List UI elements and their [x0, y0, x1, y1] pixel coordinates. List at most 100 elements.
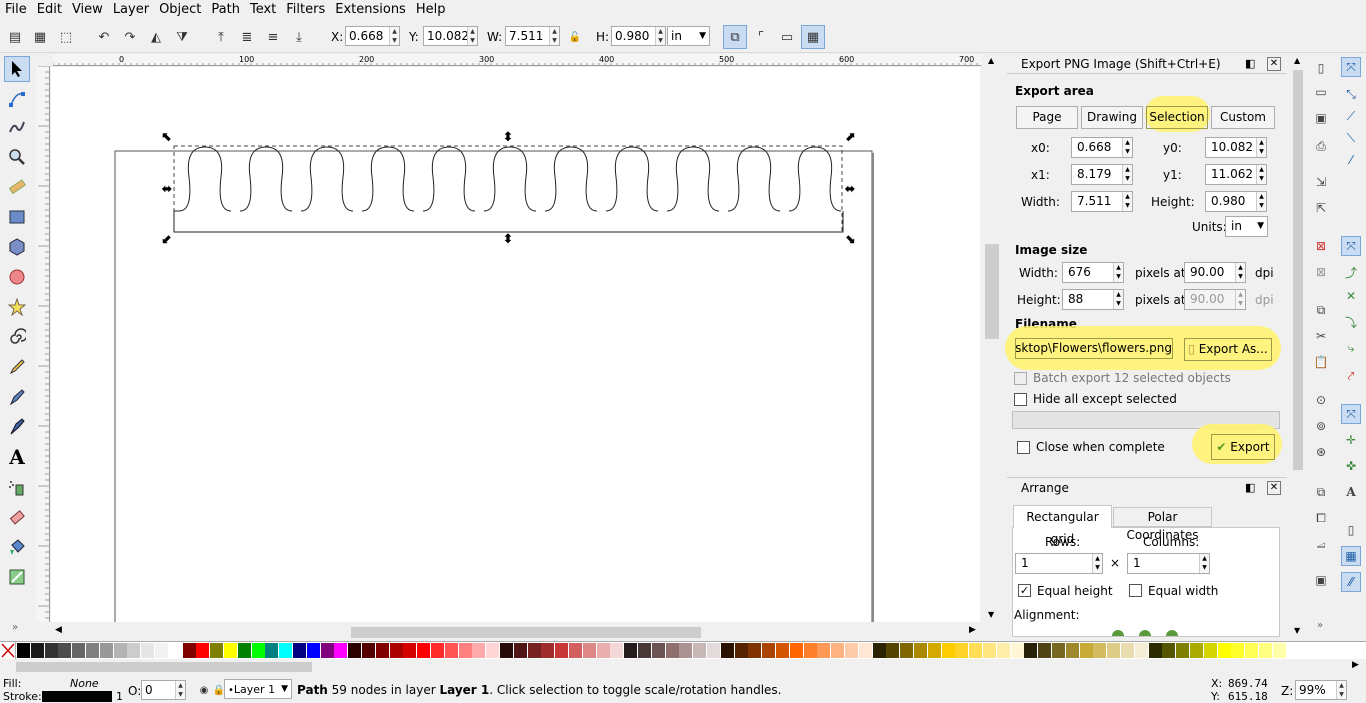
width-input[interactable]: 7.511 ▲ ▼ — [1071, 191, 1133, 212]
color-swatch[interactable] — [375, 643, 389, 658]
snap-others-icon[interactable]: ⤧ — [1341, 404, 1361, 424]
palette-scrollbar[interactable]: ▶ — [0, 659, 1366, 675]
export-as-button[interactable]: ▯ Export As... — [1184, 338, 1272, 361]
color-swatch[interactable] — [872, 643, 886, 658]
ellipse-tool-icon[interactable] — [4, 264, 30, 290]
horizontal-scroll-thumb[interactable] — [351, 627, 701, 638]
close-when-complete-checkbox[interactable] — [1017, 441, 1030, 454]
color-swatch[interactable] — [444, 643, 458, 658]
y-input[interactable]: 10.082 ▲ ▼ — [423, 26, 478, 46]
tweak-tool-icon[interactable] — [4, 114, 30, 140]
scroll-down-icon[interactable]: ▼ — [988, 610, 994, 619]
redo-icon[interactable]: ⊠ — [1311, 262, 1331, 282]
color-swatch[interactable] — [1190, 643, 1203, 658]
color-swatch[interactable] — [693, 643, 707, 658]
lower-icon[interactable]: ≡ — [262, 26, 284, 48]
snap-guides-icon[interactable]: ⁄⁄ — [1341, 572, 1361, 592]
snap-bbox-icon[interactable]: ⤡ — [1341, 84, 1361, 104]
zoom-input[interactable]: 99% ▲ ▼ — [1295, 680, 1347, 700]
snap-page-border-icon[interactable]: ▯ — [1341, 520, 1361, 540]
scale-handle[interactable]: ⬍ — [503, 232, 514, 247]
calligraphy-tool-icon[interactable] — [4, 414, 30, 440]
color-swatch[interactable] — [210, 643, 224, 658]
color-swatch[interactable] — [127, 643, 141, 658]
duplicate-icon[interactable]: ⧉ — [1311, 482, 1331, 502]
color-swatch[interactable] — [486, 643, 500, 658]
dock-scroll-thumb[interactable] — [1293, 70, 1303, 470]
print-icon[interactable]: ⎙ — [1311, 136, 1331, 156]
color-swatch[interactable] — [900, 643, 914, 658]
units-select[interactable]: in ▼ — [1225, 216, 1268, 237]
color-swatch[interactable] — [1217, 643, 1231, 658]
color-swatch[interactable] — [513, 643, 527, 658]
color-swatch[interactable] — [417, 643, 431, 658]
area-page-button[interactable]: Page — [1016, 106, 1078, 129]
scale-stroke-icon[interactable]: ⧉ — [723, 25, 747, 49]
color-swatch[interactable] — [1134, 643, 1148, 658]
color-swatch[interactable] — [914, 643, 927, 658]
arrange-iconify-icon[interactable]: ◧ — [1245, 478, 1255, 498]
color-swatch[interactable] — [403, 643, 417, 658]
deselect-icon[interactable]: ⬚ — [55, 26, 77, 48]
snap-nodes-icon[interactable]: ⤧ — [1341, 236, 1361, 256]
snap-text-baseline-icon[interactable]: A — [1341, 482, 1361, 502]
area-custom-button[interactable]: Custom — [1211, 106, 1275, 129]
color-swatch[interactable] — [679, 643, 693, 658]
iconify-icon[interactable]: ◧ — [1245, 54, 1255, 74]
cut-icon[interactable]: ✂ — [1311, 326, 1331, 346]
color-swatch[interactable] — [196, 643, 210, 658]
unlink-clone-icon[interactable]: ⧡ — [1311, 534, 1331, 554]
zoom-page-icon[interactable]: ⊛ — [1311, 442, 1331, 462]
scale-handle[interactable]: ⬋ — [162, 232, 173, 247]
scale-handle[interactable]: ⬊ — [845, 232, 856, 247]
color-swatch[interactable] — [334, 643, 348, 658]
gradient-tool-icon[interactable] — [4, 564, 30, 590]
color-swatch[interactable] — [817, 643, 831, 658]
selector-tool-icon[interactable] — [4, 56, 30, 82]
color-swatch[interactable] — [58, 643, 72, 658]
y0-input[interactable]: 10.082 ▲ ▼ — [1205, 137, 1267, 158]
menu-extensions[interactable]: Extensions — [330, 0, 411, 20]
text-tool-icon[interactable]: A — [4, 444, 30, 470]
toolbox-more-icon[interactable]: » — [12, 622, 18, 633]
color-swatch[interactable] — [1203, 643, 1217, 658]
canvas-horizontal-scrollbar[interactable]: ◀ ▶ — [51, 624, 981, 640]
color-swatch[interactable] — [113, 643, 127, 658]
export-icon[interactable]: ⇱ — [1311, 198, 1331, 218]
img-height-input[interactable]: 88 ▲ ▼ — [1062, 289, 1124, 310]
menu-filters[interactable]: Filters — [281, 0, 330, 20]
paint-bucket-tool-icon[interactable] — [4, 534, 30, 560]
lock-icon[interactable]: 🔓 — [564, 26, 586, 48]
snap-bbox-corners-icon[interactable]: ⟍ — [1341, 128, 1361, 148]
snap-bbox-midpoints-icon[interactable]: ⁄ — [1341, 150, 1361, 170]
area-selection-button[interactable]: Selection — [1146, 106, 1208, 129]
color-swatch[interactable] — [1259, 643, 1272, 658]
scale-handle[interactable]: ⬈ — [845, 130, 856, 145]
snap-cusp-icon[interactable]: ⤵ — [1341, 312, 1361, 332]
new-document-icon[interactable]: ▯ — [1311, 58, 1331, 78]
color-swatch[interactable] — [983, 643, 996, 658]
scale-handle[interactable]: ⬌ — [162, 182, 173, 197]
hide-all-checkbox[interactable] — [1014, 393, 1027, 406]
color-swatch[interactable] — [306, 643, 320, 658]
snap-grids-icon[interactable]: ▦ — [1341, 546, 1361, 566]
alignment-grid[interactable] — [1112, 630, 1178, 636]
color-swatch[interactable] — [182, 643, 196, 658]
rows-input[interactable]: 1 ▲ ▼ — [1015, 553, 1103, 574]
move-patterns-icon[interactable]: ▦ — [801, 25, 825, 49]
x0-input[interactable]: 0.668 ▲ ▼ — [1071, 137, 1133, 158]
palette-scroll-thumb[interactable] — [16, 662, 312, 672]
raise-to-top-icon[interactable]: ⤒ — [210, 26, 232, 48]
color-swatch[interactable] — [527, 643, 541, 658]
save-icon[interactable]: ▣ — [1311, 108, 1331, 128]
color-swatch[interactable] — [1079, 643, 1093, 658]
color-swatch[interactable] — [845, 643, 858, 658]
color-swatch[interactable] — [237, 643, 251, 658]
eraser-tool-icon[interactable] — [4, 504, 30, 530]
rotate-cw-icon[interactable]: ↷ — [119, 26, 141, 48]
color-swatch[interactable] — [1093, 643, 1107, 658]
scroll-up-icon[interactable]: ▲ — [988, 56, 994, 65]
color-swatch[interactable] — [651, 643, 665, 658]
scale-corners-icon[interactable]: ⌜ — [749, 25, 773, 49]
color-swatch[interactable] — [265, 643, 279, 658]
